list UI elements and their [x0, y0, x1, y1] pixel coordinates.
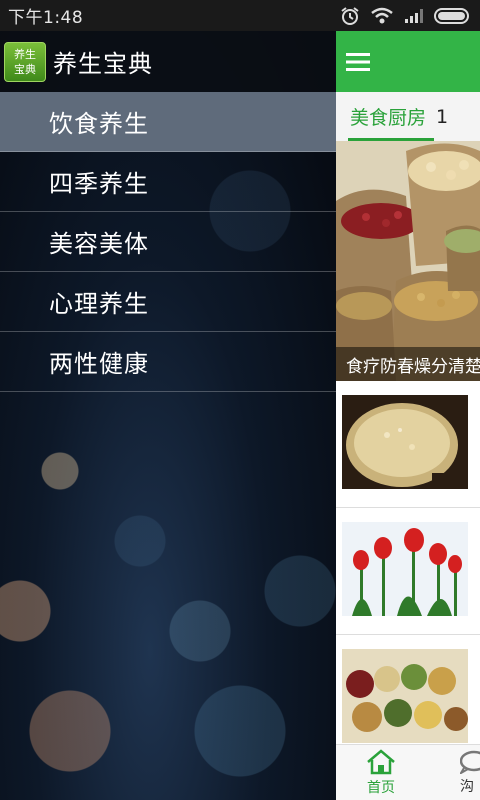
nav-home[interactable]: 首页	[336, 745, 426, 800]
main-content: 美食厨房 1 食疗防春燥分清楚 首页 沟	[336, 31, 480, 800]
drawer-header: 养生 宝典 养生宝典	[0, 31, 336, 92]
menu-item-relationship[interactable]: 两性健康	[0, 332, 336, 392]
menu-item-label: 饮食养生	[49, 110, 149, 138]
list-item[interactable]	[336, 635, 480, 762]
chat-icon	[460, 750, 480, 774]
menu-item-label: 四季养生	[49, 170, 149, 198]
status-icons	[340, 6, 472, 26]
hero-caption: 食疗防春燥分清楚	[336, 347, 480, 381]
nav-home-label: 首页	[367, 779, 395, 796]
menu-item-beauty[interactable]: 美容美体	[0, 212, 336, 272]
nav-chat[interactable]: 沟	[426, 745, 480, 800]
status-bar: 下午1:48	[0, 0, 480, 31]
tab-next[interactable]: 1	[436, 106, 448, 128]
menu-item-mental[interactable]: 心理养生	[0, 272, 336, 332]
menu-item-label: 两性健康	[49, 350, 149, 378]
hero-banner[interactable]: 食疗防春燥分清楚	[336, 141, 480, 381]
menu-item-label: 美容美体	[49, 230, 149, 258]
porridge-image	[342, 395, 468, 489]
signal-icon	[405, 8, 423, 23]
menu-item-seasons[interactable]: 四季养生	[0, 152, 336, 212]
alarm-icon	[341, 6, 359, 25]
grains-image	[342, 649, 468, 743]
battery-icon	[434, 7, 469, 24]
home-icon	[367, 748, 395, 774]
logo-line-1: 养生	[14, 47, 36, 61]
tab-food-kitchen[interactable]: 美食厨房	[350, 103, 426, 130]
thumbnail	[342, 649, 468, 743]
nav-chat-label: 沟	[460, 778, 474, 795]
bottom-nav: 首页 沟	[336, 744, 480, 800]
tab-bar: 美食厨房 1	[336, 92, 480, 141]
top-bar	[336, 31, 480, 92]
status-time: 下午1:48	[8, 8, 84, 28]
thumbnail	[342, 522, 468, 616]
menu-icon[interactable]	[346, 52, 370, 72]
list-item[interactable]	[336, 508, 480, 635]
navigation-drawer: 养生 宝典 养生宝典 饮食养生 四季养生 美容美体 心理养生 两性健康	[0, 31, 336, 800]
tulips-image	[342, 522, 468, 616]
list-item[interactable]	[336, 381, 480, 508]
menu-item-diet[interactable]: 饮食养生	[0, 92, 336, 152]
thumbnail	[342, 395, 468, 489]
app-title: 养生宝典	[53, 50, 153, 78]
grain-sacks-image	[336, 141, 480, 381]
app-logo: 养生 宝典	[4, 41, 46, 82]
menu-item-label: 心理养生	[49, 290, 149, 318]
logo-line-2: 宝典	[14, 62, 36, 76]
wifi-icon	[371, 7, 393, 23]
